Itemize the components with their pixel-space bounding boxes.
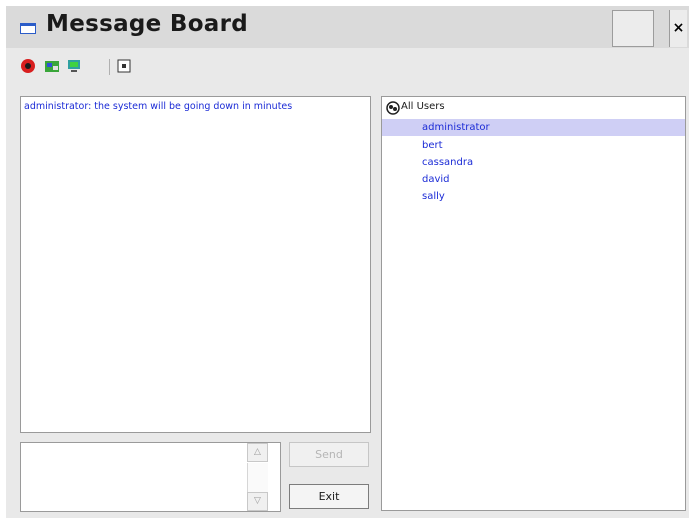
message-line: administrator: the system will be going … (24, 101, 293, 112)
users-icon[interactable] (44, 58, 60, 74)
tree-item-user[interactable]: cassandra (382, 154, 685, 171)
window-title: Message Board (46, 11, 249, 37)
message-board-window: Message Board × administrator: the syste… (6, 6, 689, 518)
compose-area[interactable]: △ ▽ (20, 442, 281, 512)
scroll-down-button[interactable]: ▽ (247, 492, 268, 511)
users-tree[interactable]: All Users administrator bert cassandra d… (381, 96, 686, 511)
message-log[interactable]: administrator: the system will be going … (20, 96, 371, 433)
close-button[interactable]: × (669, 10, 687, 47)
scrollbar-track[interactable] (247, 463, 268, 492)
tree-item-user[interactable]: bert (382, 137, 685, 154)
users-group-icon (386, 101, 400, 115)
stop-icon[interactable] (116, 58, 132, 74)
tree-root-label: All Users (401, 101, 445, 112)
send-button[interactable]: Send (289, 442, 369, 467)
tree-item-user[interactable]: sally (382, 188, 685, 205)
exit-button[interactable]: Exit (289, 484, 369, 509)
compose-input[interactable] (24, 446, 244, 506)
toolbar-separator (109, 59, 110, 75)
computer-icon[interactable] (66, 58, 82, 74)
record-icon[interactable] (20, 58, 36, 74)
title-bar[interactable]: Message Board × (6, 6, 689, 48)
tree-item-user[interactable]: david (382, 171, 685, 188)
maximize-button[interactable] (612, 10, 654, 47)
scroll-up-button[interactable]: △ (247, 443, 268, 462)
window-icon (20, 23, 36, 34)
tree-item-user[interactable]: administrator (382, 119, 685, 136)
